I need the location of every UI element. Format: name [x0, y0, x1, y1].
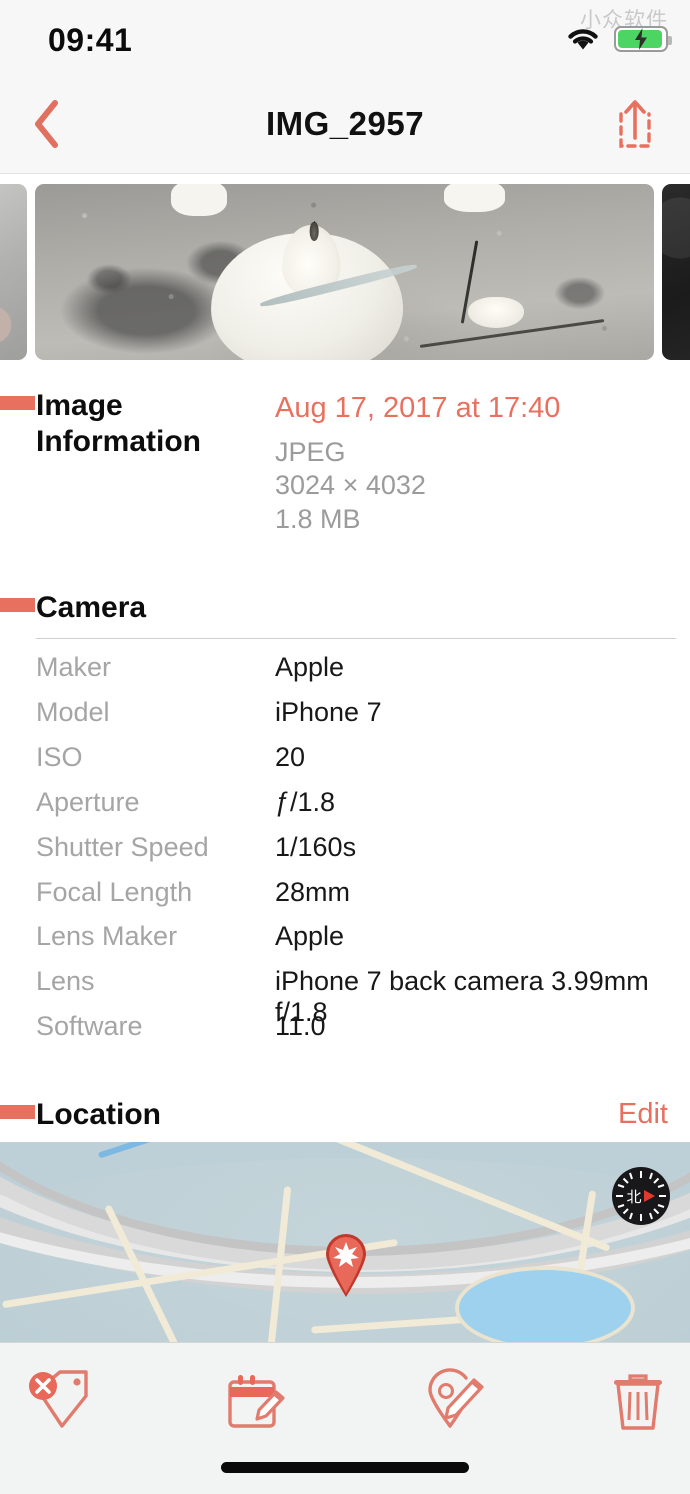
photo-thumbnail-next[interactable] [662, 184, 690, 360]
camera-section-marker [0, 598, 35, 612]
camera-row-label: Lens [36, 966, 95, 996]
camera-row-value: 20 [275, 742, 306, 772]
page-title: IMG_2957 [265, 105, 425, 142]
camera-row-label: Aperture [36, 787, 140, 817]
camera-row-value: 11.0 [275, 1011, 326, 1041]
bottom-toolbar [0, 1342, 690, 1494]
photo-strip[interactable] [0, 174, 690, 370]
map-pond [455, 1266, 635, 1342]
svg-text:北: 北 [626, 1188, 641, 1206]
camera-section-title: Camera [36, 591, 147, 624]
image-information-section-title: Image Information [36, 388, 236, 460]
navigation-bar: IMG_2957 [0, 75, 690, 174]
remove-tag-button[interactable] [0, 1361, 120, 1441]
map-pin-icon[interactable] [322, 1232, 370, 1298]
camera-row-value: 1/160s [275, 832, 357, 862]
home-indicator [221, 1462, 469, 1473]
camera-row-label: Lens Maker [36, 921, 178, 951]
camera-row-label: Focal Length [36, 877, 193, 907]
camera-row-value: ƒ/1.8 [275, 787, 336, 817]
location-section-title: Location [36, 1098, 161, 1131]
tag-remove-icon [29, 1370, 88, 1428]
photo-thumbnail-previous[interactable] [0, 184, 27, 360]
camera-row-label: ISO [36, 742, 83, 772]
camera-row-value: 28mm [275, 877, 351, 907]
trash-icon [614, 1374, 662, 1430]
photo-date: Aug 17, 2017 at 17:40 [275, 392, 561, 424]
status-bar: 09:41 小众软件 [0, 0, 690, 75]
camera-row-label: Maker [36, 652, 112, 682]
share-upload-icon [619, 100, 651, 148]
edit-location-link[interactable]: Edit [618, 1098, 668, 1131]
camera-row-value: iPhone 7 [275, 697, 382, 727]
camera-row-value: Apple [275, 652, 345, 682]
status-bar-indicators [566, 26, 672, 52]
photo-details-screen: 09:41 小众软件 IMG_2957 Image Information Au… [0, 0, 690, 1494]
image-information-title-line1: Image [36, 389, 123, 422]
photo-file-size: 1.8 MB [275, 504, 361, 534]
location-edit-icon [428, 1368, 484, 1428]
compass-icon[interactable]: 北 [612, 1167, 670, 1225]
calendar-edit-icon [228, 1375, 285, 1428]
image-information-section-marker [0, 396, 35, 410]
wifi-icon [566, 26, 600, 52]
camera-row-label: Software [36, 1011, 143, 1041]
edit-location-button[interactable] [392, 1361, 512, 1441]
edit-date-button[interactable] [194, 1361, 314, 1441]
camera-section-divider [36, 638, 676, 639]
photo-dimensions: 3024 × 4032 [275, 470, 426, 500]
delete-button[interactable] [578, 1361, 690, 1441]
location-section-marker [0, 1105, 35, 1119]
image-information-title-line2: Information [36, 425, 201, 458]
camera-row-label: Shutter Speed [36, 832, 209, 862]
camera-row-value: Apple [275, 921, 345, 951]
camera-row-value: iPhone 7 back camera 3.99mm f/1.8 [275, 966, 649, 1027]
status-bar-time: 09:41 [48, 22, 133, 58]
share-button[interactable] [596, 75, 674, 173]
battery-charging-icon [614, 26, 672, 52]
photo-format: JPEG [275, 437, 346, 467]
photo-thumbnail-current[interactable] [35, 184, 654, 360]
camera-row-label: Model [36, 697, 110, 727]
